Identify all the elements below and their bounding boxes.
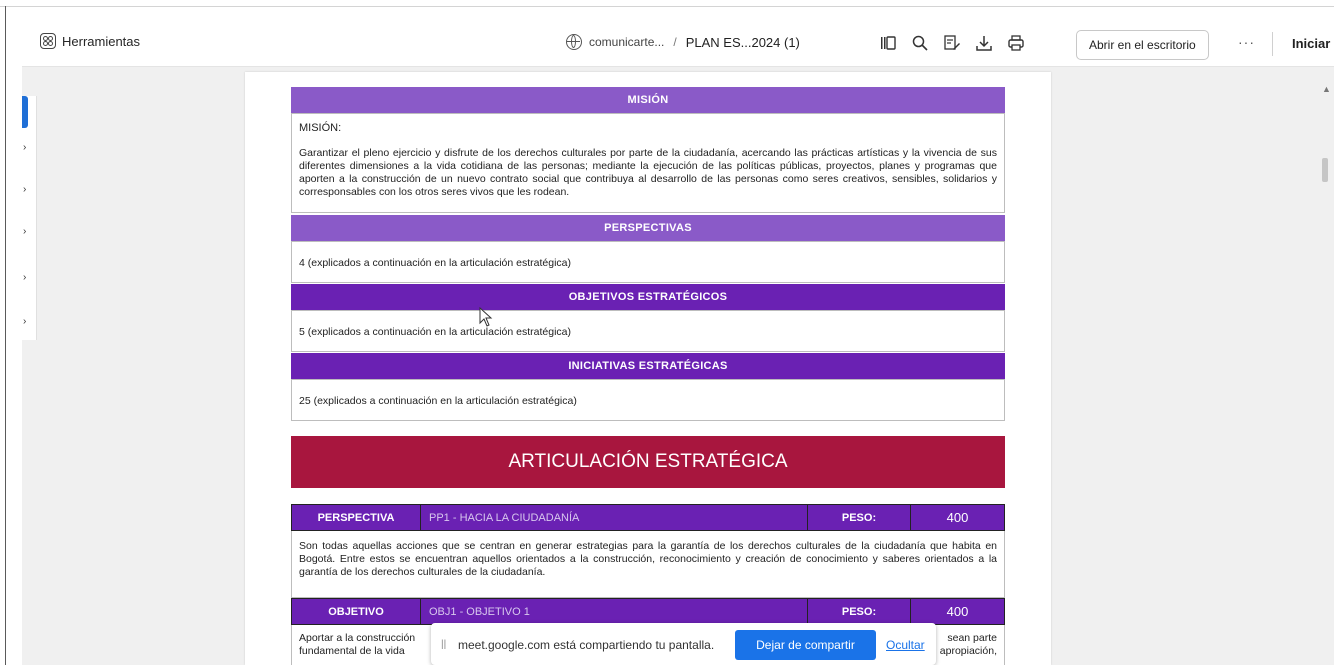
objetivos-box: 5 (explicados a continuación en la artic… [291,310,1005,352]
sign-in-button[interactable]: Iniciar [1292,36,1330,51]
download-icon[interactable] [974,33,994,53]
window-top-edge [0,0,1334,7]
tools-grid-icon [40,33,56,49]
objetivo-label: OBJETIVO [292,599,421,624]
open-in-desktop-button[interactable]: Abrir en el escritorio [1076,30,1209,60]
toolbar-icons [878,33,1026,53]
objetivos-header: OBJETIVOS ESTRATÉGICOS [291,284,1005,310]
tools-label: Herramientas [62,33,141,49]
screen-share-bar: || meet.google.com está compartiendo tu … [431,623,936,665]
side-rail-chevron-icon[interactable]: › [23,316,26,327]
breadcrumb-document[interactable]: PLAN ES...2024 (1) [686,35,800,50]
objetivos-text: 5 (explicados a continuación en la artic… [299,326,571,338]
perspectivas-text: 4 (explicados a continuación en la artic… [299,257,571,269]
toolbar-divider [1272,32,1273,56]
breadcrumb-site[interactable]: comunicarte... [589,35,664,49]
perspectiva-box: Son todas aquellas acciones que se centr… [291,531,1005,598]
side-rail-chevron-icon[interactable]: › [23,142,26,153]
mision-label: MISIÓN: [299,122,342,134]
objetivo-row: OBJETIVO OBJ1 - OBJETIVO 1 PESO: 400 [291,598,1005,625]
mision-text: Garantizar el pleno ejercicio y disfrute… [299,147,997,198]
objetivo-peso-label: PESO: [808,599,911,624]
search-icon[interactable] [910,33,930,53]
print-icon[interactable] [1006,33,1026,53]
window-left-edge [5,6,6,665]
perspectivas-header: PERSPECTIVAS [291,215,1005,241]
perspectivas-box: 4 (explicados a continuación en la artic… [291,241,1005,283]
iniciativas-text: 25 (explicados a continuación en la arti… [299,395,577,407]
drag-handle-icon[interactable]: || [441,639,446,650]
iniciativas-box: 25 (explicados a continuación en la arti… [291,379,1005,421]
breadcrumb-separator: / [673,35,677,49]
more-options-button[interactable]: ··· [1238,34,1255,50]
side-rail-chevron-icon[interactable]: › [23,184,26,195]
globe-icon [566,34,582,50]
objetivo-peso-value: 400 [946,604,969,619]
tools-button[interactable]: Herramientas [40,33,140,49]
perspectiva-row: PERSPECTIVA PP1 - HACIA LA CIUDADANÍA PE… [291,504,1005,531]
breadcrumb: comunicarte... / PLAN ES...2024 (1) [566,34,800,50]
side-rail-chevron-icon[interactable]: › [23,226,26,237]
objetivo-text-left: Aportar a la construcción fundamental de… [299,632,416,657]
scroll-up-icon[interactable]: ▲ [1322,84,1331,94]
perspectiva-text: Son todas aquellas acciones que se centr… [299,540,997,578]
perspectiva-peso-value: 400 [946,510,969,525]
mision-header: MISIÓN [291,87,1005,113]
edit-icon[interactable] [942,33,962,53]
hide-link[interactable]: Ocultar [886,638,925,652]
pdf-page: MISIÓN MISIÓN: Garantizar el pleno ejerc… [245,72,1051,665]
perspectiva-peso-label: PESO: [808,505,911,530]
iniciativas-header: INICIATIVAS ESTRATÉGICAS [291,353,1005,379]
scrollbar-thumb[interactable] [1322,158,1328,182]
perspectiva-label: PERSPECTIVA [292,505,421,530]
side-rail-chevron-icon[interactable]: › [23,272,26,283]
mision-box: MISIÓN: Garantizar el pleno ejercicio y … [291,113,1005,213]
stop-sharing-button[interactable]: Dejar de compartir [735,630,876,660]
objetivo-value: OBJ1 - OBJETIVO 1 [421,599,808,624]
side-rail-active-indicator[interactable] [22,96,28,128]
pdf-toolbar: Herramientas comunicarte... / PLAN ES...… [22,20,1334,67]
side-rail: › › › › › [22,96,37,340]
objetivo-text-right: sean parte apropiación, [939,632,997,657]
screen-share-message: meet.google.com está compartiendo tu pan… [458,638,715,652]
perspectiva-value: PP1 - HACIA LA CIUDADANÍA [421,505,808,530]
reader-view-icon[interactable] [878,33,898,53]
articulacion-title: ARTICULACIÓN ESTRATÉGICA [291,436,1005,488]
mouse-cursor-icon [479,307,493,327]
